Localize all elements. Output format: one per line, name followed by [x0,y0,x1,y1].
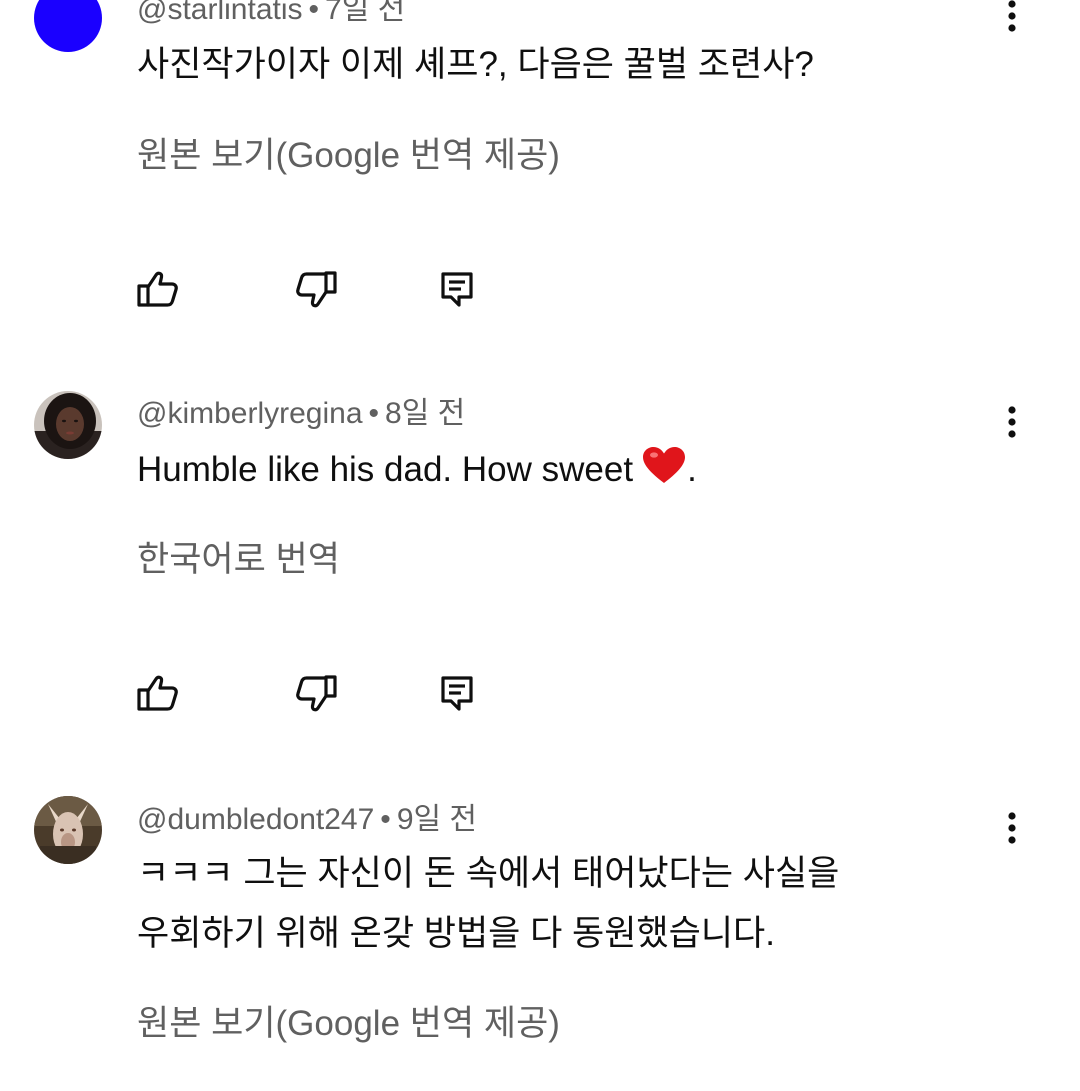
comment-text: ㅋㅋㅋ 그는 자신이 돈 속에서 태어났다는 사실을 우회하기 위해 온갖 방법… [137,844,839,964]
thumbs-down-icon[interactable] [292,266,340,314]
comment-actions [0,670,1080,720]
comment-author[interactable]: @kimberlyregina [137,397,363,430]
comment-time: 9일 전 [396,803,478,836]
comment-author[interactable]: @starlintatis [137,0,303,26]
translate-toggle[interactable]: 한국어로 번역 [137,540,340,580]
comment-text-line: 우회하기 위해 온갖 방법을 다 동원했습니다. [137,914,775,953]
meta-separator: • [368,397,380,430]
meta-separator: • [380,803,391,836]
comment-actions [0,266,1080,316]
thumbs-up-icon[interactable] [134,266,182,314]
avatar[interactable] [34,391,102,459]
thumbs-up-icon[interactable] [134,670,182,718]
comment-text: 사진작가이자 이제 셰프?, 다음은 꿀벌 조련사? [137,35,814,95]
avatar[interactable] [34,796,102,864]
comment-text-trailing: . [687,450,697,489]
translate-toggle[interactable]: 원본 보기(Google 번역 제공) [137,1004,560,1044]
comment-meta: @kimberlyregina • 8일 전 [137,396,465,432]
comment-text-content: Humble like his dad. How sweet [137,450,634,489]
reply-comment-icon[interactable] [434,266,482,314]
comment-meta: @dumbledont247 • 9일 전 [137,802,477,838]
thumbs-down-icon[interactable] [292,670,340,718]
reply-comment-icon[interactable] [434,670,482,718]
comment-time: 8일 전 [385,397,466,430]
comment-meta: @starlintatis • 7일 전 [137,0,405,28]
more-vertical-icon[interactable] [996,400,1028,448]
heart-icon [641,444,687,504]
comment-text-line: Humble like his dad. How sweet. [137,440,697,504]
more-vertical-icon[interactable] [996,806,1028,854]
more-vertical-icon[interactable] [996,0,1028,42]
comment-time: 7일 전 [325,0,406,26]
comment-text: Humble like his dad. How sweet. [137,440,697,504]
avatar[interactable] [34,0,102,52]
translate-toggle[interactable]: 원본 보기(Google 번역 제공) [137,136,560,176]
meta-separator: • [308,0,320,26]
comment-author[interactable]: @dumbledont247 [137,803,374,836]
comment-text-line: 사진작가이자 이제 셰프?, 다음은 꿀벌 조련사? [137,45,814,84]
comment-text-line: ㅋㅋㅋ 그는 자신이 돈 속에서 태어났다는 사실을 [137,854,840,893]
